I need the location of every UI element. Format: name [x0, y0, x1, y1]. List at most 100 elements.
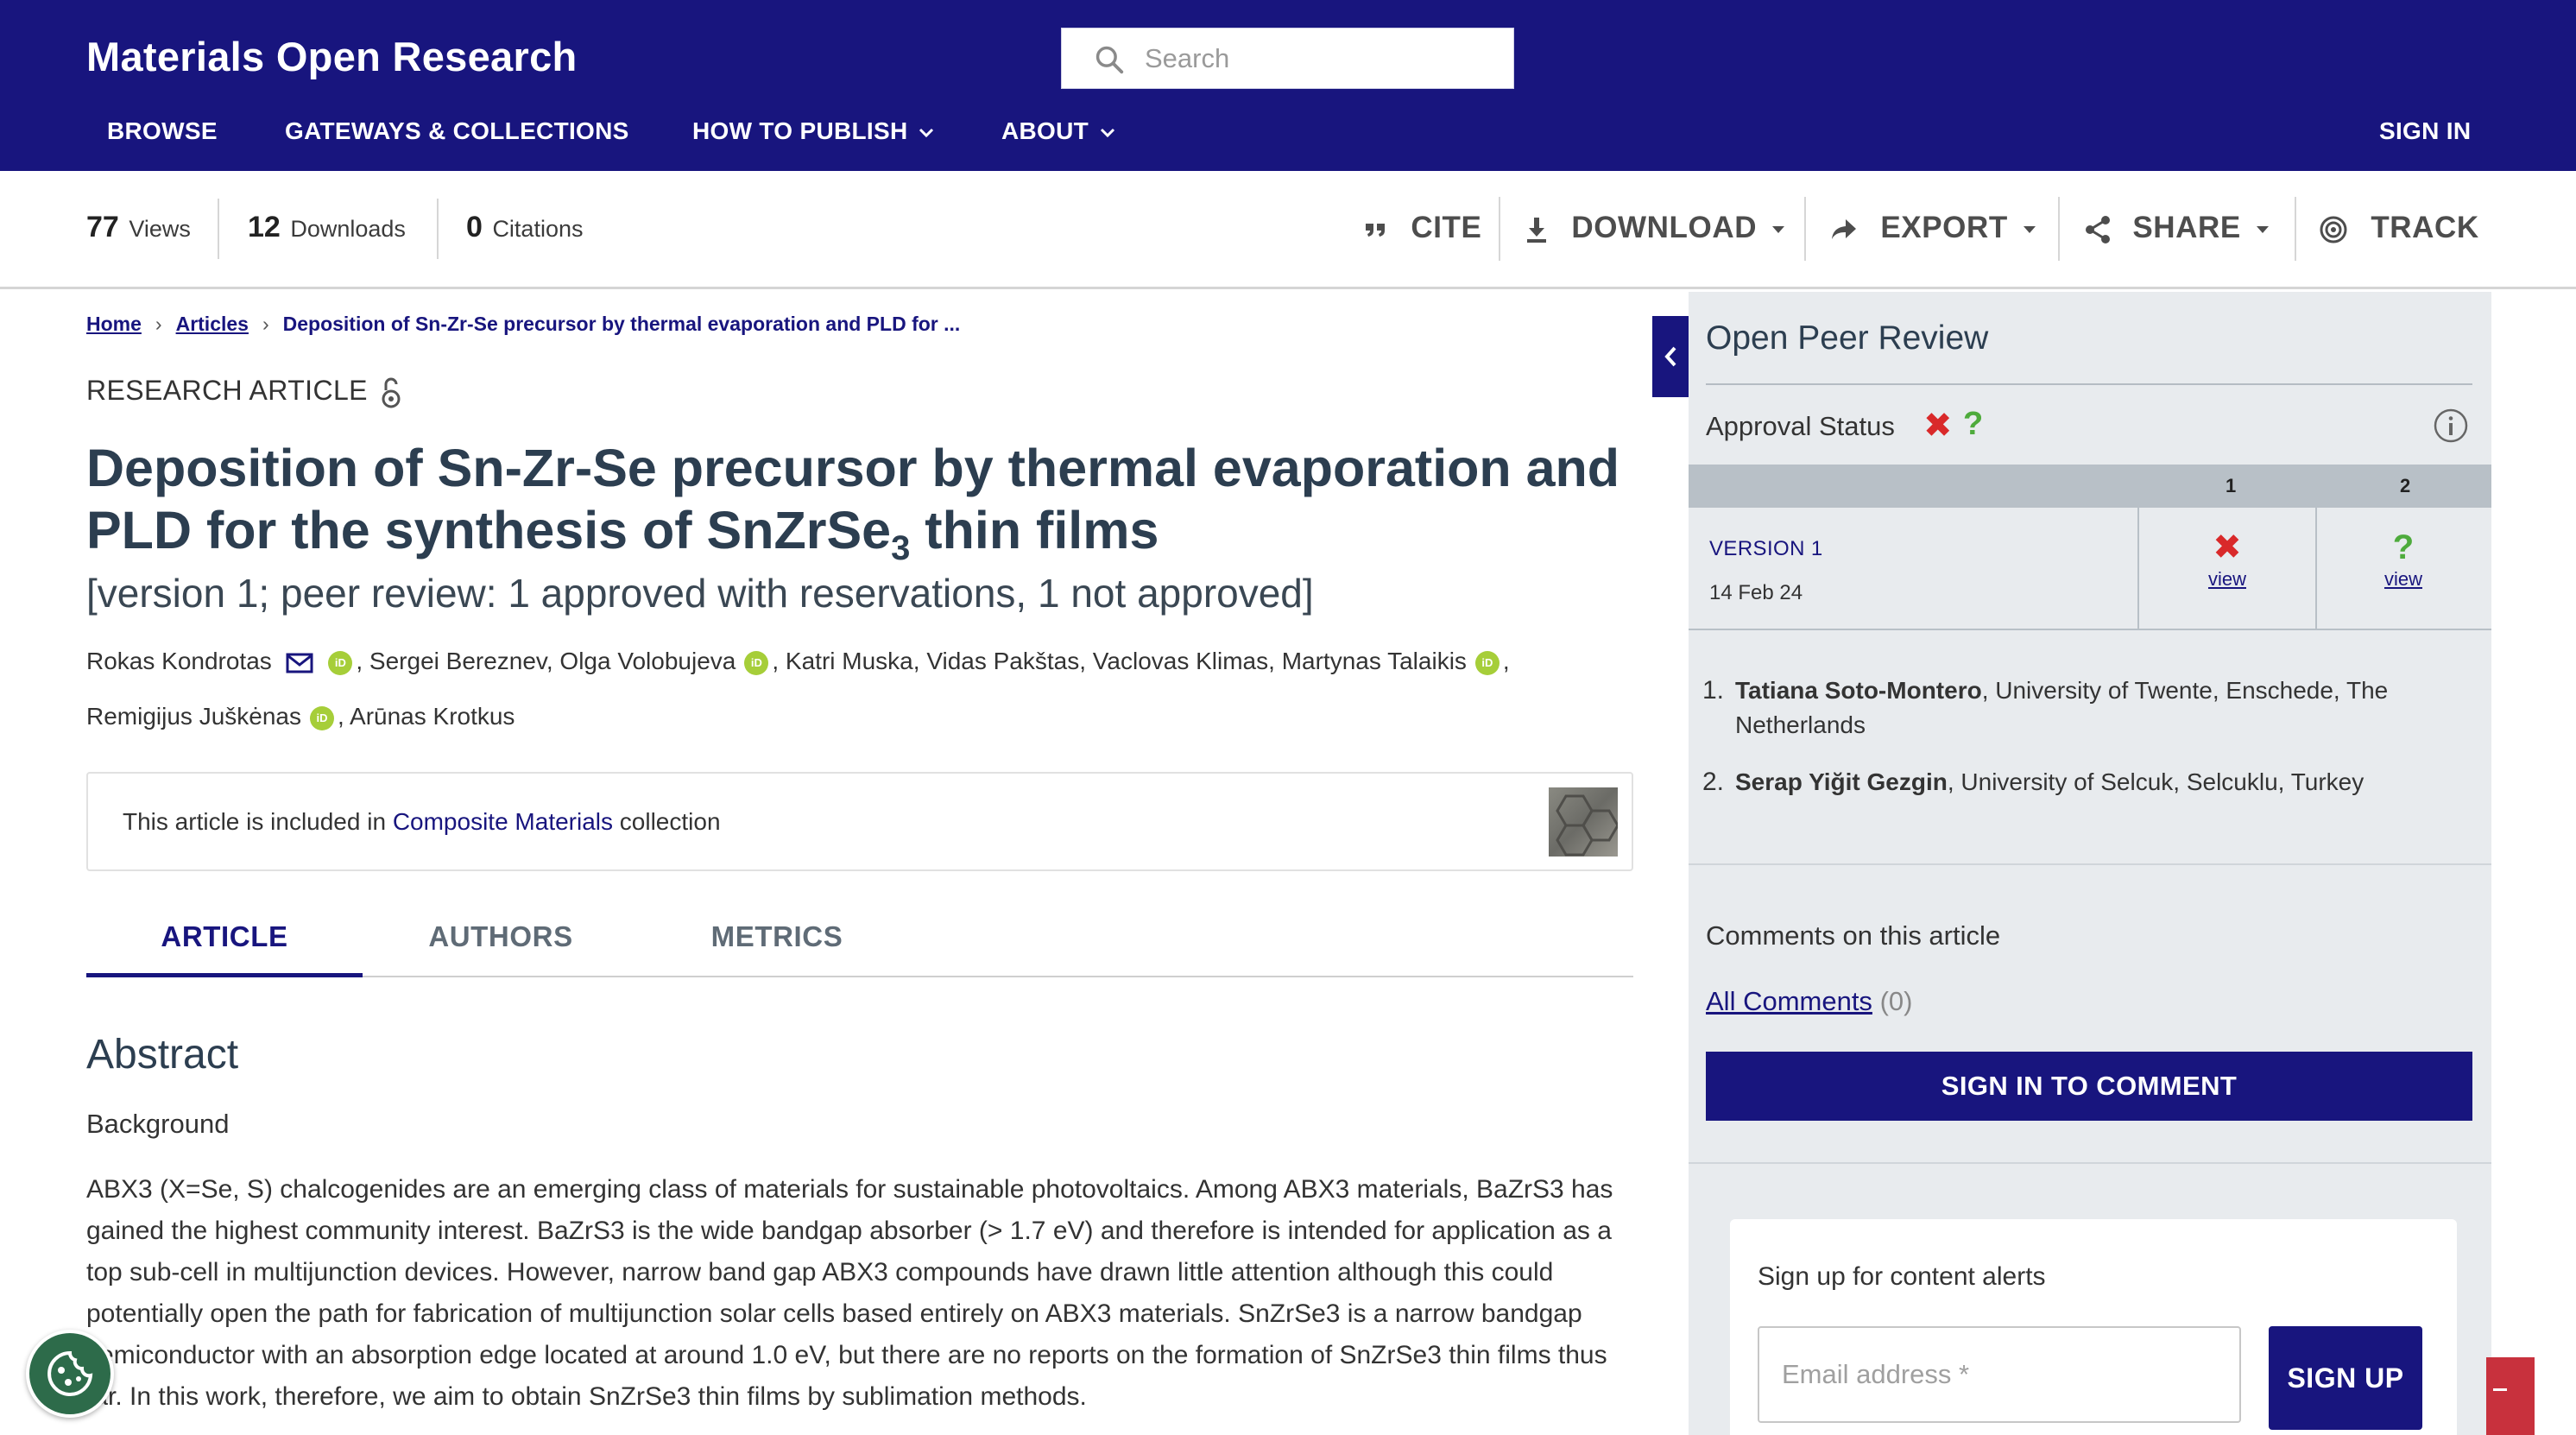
search-input[interactable] — [1145, 28, 1499, 88]
nav-browse[interactable]: BROWSE — [107, 117, 218, 145]
collection-suffix: collection — [613, 808, 721, 835]
share-icon — [2086, 215, 2110, 243]
orcid-icon[interactable]: iD — [744, 650, 769, 675]
review-cell-1: ✖ view — [2141, 528, 2314, 591]
breadcrumb: Home › Articles › Deposition of Sn-Zr-Se pre… — [86, 313, 960, 336]
reviewer-number: 1. — [1702, 676, 1725, 705]
abstract-text: ABX3 (X=Se, S) chalcogenides are an emer… — [86, 1175, 1613, 1411]
views-label: Views — [129, 216, 191, 242]
reviewer-column-2: 2 — [2400, 475, 2411, 496]
breadcrumb-separator-icon: › — [155, 313, 162, 335]
email-field[interactable] — [1758, 1326, 2241, 1423]
orcid-icon[interactable]: iD — [310, 705, 334, 730]
breadcrumb-home[interactable]: Home — [86, 313, 142, 335]
version-status: [version 1; peer review: 1 approved with… — [86, 571, 1314, 616]
sign-in-link[interactable]: SIGN IN — [2379, 117, 2471, 145]
download-button[interactable]: DOWNLOAD — [1525, 211, 1786, 245]
citations-count: 0 — [466, 211, 483, 243]
author-name[interactable]: Rokas Kondrotas — [86, 648, 272, 674]
export-button[interactable]: EXPORT — [1830, 211, 2037, 245]
active-tab-indicator — [86, 973, 363, 977]
sign-in-to-comment-button[interactable]: SIGN IN TO COMMENT — [1706, 1052, 2472, 1121]
nav-gateways-collections[interactable]: GATEWAYS & COLLECTIONS — [285, 117, 629, 145]
divider — [218, 199, 219, 259]
divider — [1804, 197, 1806, 261]
track-button[interactable]: TRACK — [2319, 211, 2479, 245]
download-icon — [1527, 217, 1546, 243]
views-count: 77 — [86, 211, 119, 243]
author-name[interactable]: Vaclovas Klimas — [1093, 648, 1268, 674]
download-label: DOWNLOAD — [1571, 211, 1758, 244]
orcid-icon[interactable]: iD — [1474, 650, 1500, 675]
breadcrumb-separator-icon: › — [262, 313, 269, 335]
author-name[interactable]: Remigijus Juškėnas — [86, 703, 301, 730]
author-name[interactable]: Sergei Bereznev — [369, 648, 546, 674]
downloads-metric: 12 Downloads — [248, 211, 406, 244]
reviewer-affiliation: , University of Selcuk, Selcuklu, Turkey — [1947, 768, 2364, 795]
collection-banner: This article is included in Composite Ma… — [86, 772, 1633, 871]
nav-how-to-publish[interactable]: HOW TO PUBLISH — [692, 117, 935, 145]
views-metric: 77 Views — [86, 211, 191, 244]
collection-link[interactable]: Composite Materials — [393, 808, 613, 835]
background-subheading: Background — [86, 1109, 230, 1139]
chevron-left-icon — [1664, 346, 1676, 367]
breadcrumb-current: Deposition of Sn-Zr-Se precursor by ther… — [282, 313, 961, 335]
author-name[interactable]: Vidas Pakštas — [926, 648, 1079, 674]
abstract-heading: Abstract — [86, 1032, 239, 1078]
sign-up-button[interactable]: SIGN UP — [2269, 1326, 2422, 1430]
divider — [2295, 197, 2296, 261]
divider — [437, 199, 439, 259]
tab-article[interactable]: ARTICLE — [86, 920, 363, 953]
citations-label: Citations — [492, 216, 584, 242]
version-date: 14 Feb 24 — [1709, 581, 1803, 604]
author-name[interactable]: Olga Volobujeva — [559, 648, 736, 674]
cookie-settings-button[interactable] — [26, 1330, 114, 1418]
comment-count: (0) — [1879, 986, 1913, 1016]
collection-thumbnail[interactable] — [1549, 787, 1618, 857]
tab-authors[interactable]: AUTHORS — [363, 920, 639, 953]
reviewer-name[interactable]: Tatiana Soto-Montero — [1735, 677, 1982, 704]
author-name[interactable]: Martynas Talaikis — [1282, 648, 1467, 674]
breadcrumb-articles[interactable]: Articles — [176, 313, 249, 335]
nav-about-label: ABOUT — [1001, 117, 1089, 144]
approved-with-reservations-icon: ? — [2392, 528, 2415, 566]
content-alerts-heading: Sign up for content alerts — [1758, 1262, 2046, 1291]
open-access-icon — [382, 377, 401, 408]
author-name[interactable]: Arūnas Krotkus — [350, 703, 515, 730]
collection-text: This article is included in Composite Ma… — [123, 808, 721, 836]
reviewer-name[interactable]: Serap Yiğit Gezgin — [1735, 768, 1948, 795]
article-title-subscript: 3 — [891, 529, 911, 568]
article-title-tail: thin films — [910, 501, 1159, 559]
content-alerts-card: Sign up for content alerts SIGN UP — [1730, 1219, 2457, 1435]
caret-down-icon — [1772, 225, 1785, 233]
orcid-icon[interactable]: iD — [328, 650, 353, 675]
cite-label: CITE — [1411, 211, 1482, 244]
chevron-down-icon — [919, 128, 934, 137]
article-title: Deposition of Sn-Zr-Se precursor by ther… — [86, 437, 1640, 579]
reviewer-column-1: 1 — [2226, 475, 2237, 496]
review-table-header: 1 2 — [1689, 465, 2491, 508]
site-logo[interactable]: Materials Open Research — [86, 33, 578, 80]
downloads-label: Downloads — [290, 216, 406, 242]
divider — [1706, 383, 2472, 385]
share-button[interactable]: SHARE — [2084, 211, 2270, 245]
article-tabs: ARTICLE AUTHORS METRICS — [86, 903, 1633, 977]
nav-how-to-publish-label: HOW TO PUBLISH — [692, 117, 908, 144]
view-report-link-2[interactable]: view — [2317, 568, 2490, 591]
author-list: Rokas Kondrotas iD, Sergei Bereznev, Olg… — [86, 648, 1510, 675]
author-name[interactable]: Katri Muska — [786, 648, 913, 674]
view-report-link-1[interactable]: view — [2141, 568, 2314, 591]
nav-about[interactable]: ABOUT — [1001, 117, 1116, 145]
comments-heading: Comments on this article — [1706, 920, 2001, 951]
approved-with-reservations-icon: ? — [1963, 406, 1984, 442]
tab-metrics[interactable]: METRICS — [639, 920, 915, 953]
email-icon[interactable] — [286, 653, 313, 673]
cite-button[interactable]: CITE — [1364, 211, 1481, 245]
version-label[interactable]: VERSION 1 — [1709, 537, 1823, 561]
info-icon[interactable] — [2433, 408, 2469, 444]
caret-down-icon — [2256, 225, 2269, 233]
search-box[interactable] — [1061, 28, 1514, 89]
feedback-tab[interactable] — [2486, 1357, 2535, 1435]
sidebar-collapse-button[interactable] — [1652, 316, 1689, 397]
all-comments-link[interactable]: All Comments — [1706, 986, 1872, 1016]
